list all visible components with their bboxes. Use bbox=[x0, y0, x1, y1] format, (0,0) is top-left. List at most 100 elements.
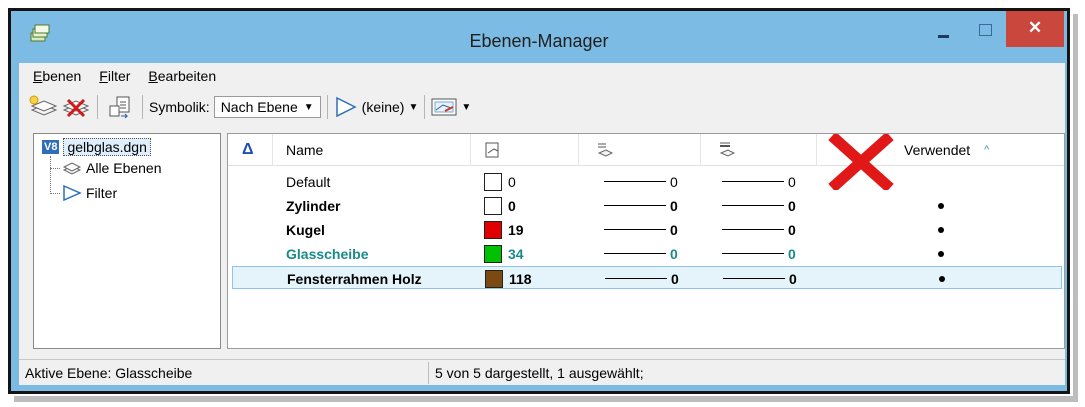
column-header-used[interactable]: Verwendet ^ bbox=[904, 134, 989, 166]
layer-line-weight-cell[interactable]: 0 bbox=[722, 242, 796, 265]
layer-color-number: 0 bbox=[508, 197, 516, 214]
layer-row[interactable]: Fensterrahmen Holz 118 0 0 bbox=[232, 266, 1062, 289]
maximize-button[interactable] bbox=[965, 17, 1005, 47]
layer-line-weight-cell[interactable]: 0 bbox=[723, 267, 797, 290]
layer-tree[interactable]: V8 gelbglas.dgn Alle Ebenen Filter bbox=[33, 133, 221, 349]
used-dot-icon bbox=[938, 226, 944, 233]
line-weight-sample bbox=[722, 205, 784, 206]
layer-name: Fensterrahmen Holz bbox=[287, 270, 422, 287]
layer-line-style-cell[interactable]: 0 bbox=[604, 170, 678, 193]
column-divider bbox=[272, 134, 273, 166]
column-divider bbox=[578, 134, 579, 166]
layer-line-weight-cell[interactable]: 0 bbox=[722, 218, 796, 241]
layer-line-style-cell[interactable]: 0 bbox=[605, 267, 679, 290]
new-layer-icon[interactable] bbox=[27, 93, 59, 121]
layers-icon bbox=[62, 162, 82, 175]
layer-color-number: 19 bbox=[508, 221, 524, 238]
tree-connector bbox=[50, 156, 51, 194]
tree-item-file[interactable]: V8 gelbglas.dgn bbox=[42, 136, 151, 158]
line-weight-sample bbox=[722, 229, 784, 230]
line-weight-sample bbox=[722, 253, 784, 254]
layer-name: Zylinder bbox=[286, 197, 341, 214]
import-layers-icon[interactable] bbox=[104, 93, 136, 121]
status-active-layer: Aktive Ebene: Glasscheibe bbox=[19, 361, 429, 384]
sort-ascending-icon: ^ bbox=[984, 144, 990, 156]
layer-line-style-cell[interactable]: 0 bbox=[604, 218, 678, 241]
layer-color-cell[interactable]: 34 bbox=[484, 242, 524, 265]
color-swatch bbox=[484, 172, 502, 191]
layer-line-weight-cell[interactable]: 0 bbox=[722, 194, 796, 217]
toolbar-separator bbox=[424, 95, 426, 119]
layer-row[interactable]: Glasscheibe 34 0 0 bbox=[232, 242, 1062, 265]
line-weight-sample bbox=[723, 278, 785, 279]
minimize-button[interactable] bbox=[925, 17, 963, 47]
line-style-sample bbox=[604, 181, 666, 182]
column-header-line-style[interactable] bbox=[596, 134, 614, 166]
menu-filter[interactable]: Filter bbox=[97, 66, 132, 86]
line-style-sample bbox=[604, 205, 666, 206]
tree-item-filter-label: Filter bbox=[86, 185, 118, 201]
close-button[interactable]: ✕ bbox=[1006, 11, 1064, 47]
column-divider bbox=[470, 134, 471, 166]
layer-row[interactable]: Kugel 19 0 0 bbox=[232, 218, 1062, 241]
layer-color-cell[interactable]: 0 bbox=[484, 170, 516, 193]
used-indicator bbox=[938, 194, 944, 217]
used-indicator bbox=[938, 218, 944, 241]
color-swatch bbox=[485, 269, 503, 288]
line-style-sample bbox=[605, 278, 667, 279]
symbolik-value: Nach Ebene bbox=[220, 99, 298, 115]
filter-dropdown[interactable]: (keine) ▼ bbox=[334, 96, 419, 118]
tree-item-all-layers[interactable]: Alle Ebenen bbox=[62, 157, 162, 179]
menu-ebenen[interactable]: Ebenen bbox=[31, 66, 83, 86]
symbolik-dropdown[interactable]: Nach Ebene ▼ bbox=[213, 96, 321, 118]
line-style-sample bbox=[604, 253, 666, 254]
symbolik-label: Symbolik: bbox=[149, 99, 210, 115]
column-header-line-weight[interactable] bbox=[718, 134, 736, 166]
delete-layer-icon[interactable] bbox=[59, 93, 91, 121]
layer-line-style-value: 0 bbox=[670, 173, 678, 190]
layer-manager-window: Ebenen-Manager ✕ Ebenen Filter Bearbeite… bbox=[8, 8, 1070, 394]
column-header-used-label: Verwendet bbox=[904, 142, 971, 158]
column-divider bbox=[700, 134, 701, 166]
tree-connector bbox=[50, 193, 60, 194]
filter-value: (keine) bbox=[361, 99, 405, 115]
layer-line-weight-value: 0 bbox=[788, 245, 796, 262]
display-style-dropdown[interactable]: ▼ bbox=[431, 96, 471, 118]
dropdown-arrow-icon: ▼ bbox=[408, 101, 419, 113]
layer-row[interactable]: Default 0 0 0 bbox=[232, 170, 1062, 193]
color-column-icon bbox=[485, 142, 499, 158]
list-header: Δ Name Verwendet ^ bbox=[228, 134, 1064, 190]
layer-line-weight-cell[interactable]: 0 bbox=[722, 170, 796, 193]
tree-item-file-label: gelbglas.dgn bbox=[63, 138, 151, 156]
column-header-color[interactable] bbox=[484, 134, 502, 166]
toolbar-separator bbox=[97, 95, 98, 119]
window-title: Ebenen-Manager bbox=[469, 31, 609, 51]
column-header-name[interactable]: Name bbox=[286, 134, 323, 166]
display-style-icon bbox=[431, 98, 457, 116]
layer-line-style-value: 0 bbox=[670, 221, 678, 238]
layer-line-style-cell[interactable]: 0 bbox=[604, 242, 678, 265]
layer-color-cell[interactable]: 0 bbox=[484, 194, 516, 217]
layer-list: Δ Name Verwendet ^ Default 0 0 0 Zylinde… bbox=[227, 133, 1065, 349]
v8-file-icon: V8 bbox=[42, 140, 60, 154]
column-divider bbox=[816, 134, 817, 166]
layer-name: Kugel bbox=[286, 221, 325, 238]
status-bar: Aktive Ebene: Glasscheibe 5 von 5 darges… bbox=[19, 359, 1065, 385]
filter-icon bbox=[335, 96, 357, 118]
title-bar[interactable]: Ebenen-Manager ✕ bbox=[11, 11, 1067, 63]
layer-line-weight-value: 0 bbox=[788, 221, 796, 238]
status-summary: 5 von 5 dargestellt, 1 ausgewählt; bbox=[435, 364, 644, 381]
layer-name: Glasscheibe bbox=[286, 245, 369, 262]
menu-bearbeiten[interactable]: Bearbeiten bbox=[146, 66, 218, 86]
tree-item-filter[interactable]: Filter bbox=[62, 182, 117, 204]
layer-line-style-cell[interactable]: 0 bbox=[604, 194, 678, 217]
used-dot-icon bbox=[938, 202, 944, 209]
layer-color-cell[interactable]: 118 bbox=[485, 267, 532, 290]
layer-line-weight-value: 0 bbox=[789, 270, 797, 287]
line-weight-icon bbox=[719, 142, 736, 157]
sort-indicator[interactable]: Δ bbox=[242, 134, 254, 166]
layer-row[interactable]: Zylinder 0 0 0 bbox=[232, 194, 1062, 217]
layer-color-cell[interactable]: 19 bbox=[484, 218, 524, 241]
menu-bar: Ebenen Filter Bearbeiten bbox=[19, 63, 1065, 89]
tree-connector bbox=[50, 168, 60, 169]
